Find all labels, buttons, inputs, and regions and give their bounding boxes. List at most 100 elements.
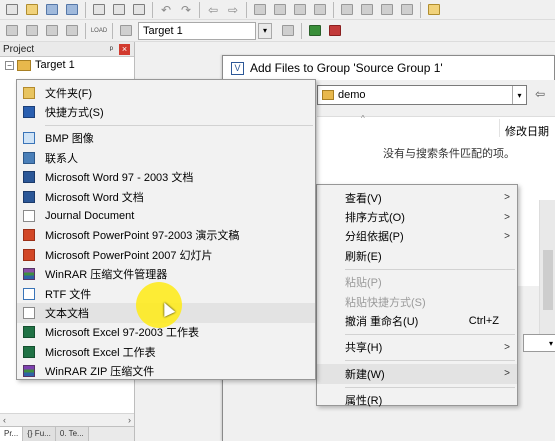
menu-separator bbox=[345, 333, 515, 335]
horizontal-scrollbar[interactable]: ‹ › bbox=[0, 413, 134, 426]
pin-icon[interactable]: ᵖ bbox=[110, 44, 113, 54]
look-in-value: demo bbox=[338, 89, 366, 101]
menu-item-new-folder[interactable]: 文件夹(F) bbox=[17, 83, 315, 102]
scroll-right-icon[interactable]: › bbox=[128, 415, 131, 425]
nav-forward-icon[interactable]: ⇨ bbox=[224, 2, 242, 18]
target-folder-icon bbox=[17, 59, 31, 71]
scrollbar-thumb[interactable] bbox=[543, 250, 553, 310]
powerpoint-icon bbox=[23, 248, 35, 261]
menu-item-new[interactable]: 新建(W) > bbox=[317, 364, 517, 384]
options-wand-icon[interactable] bbox=[279, 23, 297, 39]
compile-icon[interactable] bbox=[3, 23, 21, 39]
load-download-icon[interactable]: LOAD bbox=[90, 23, 108, 39]
prev-bookmark-icon[interactable] bbox=[271, 2, 289, 18]
clear-bookmarks-icon[interactable] bbox=[311, 2, 329, 18]
bmp-image-icon bbox=[23, 132, 35, 145]
save-icon[interactable] bbox=[43, 2, 61, 18]
tab-functions[interactable]: {} Fu... bbox=[23, 427, 56, 441]
submenu-arrow-icon: > bbox=[504, 230, 510, 242]
text-document-icon bbox=[23, 306, 35, 319]
look-in-select[interactable]: demo ▾ bbox=[317, 85, 527, 105]
tab-project[interactable]: Pr... bbox=[0, 427, 24, 441]
select-packs-icon[interactable] bbox=[326, 23, 344, 39]
folder-icon bbox=[322, 90, 334, 100]
rebuild-icon[interactable] bbox=[43, 23, 61, 39]
back-arrow-icon[interactable]: ⇦ bbox=[535, 87, 545, 101]
submenu-arrow-icon: > bbox=[504, 211, 510, 223]
find-in-files-icon[interactable] bbox=[425, 2, 443, 18]
excel-icon bbox=[23, 345, 35, 358]
menu-item-new-word-97-2003[interactable]: Microsoft Word 97 - 2003 文档 bbox=[17, 168, 315, 187]
file-type-select[interactable]: ▾ bbox=[523, 334, 555, 352]
indent-icon[interactable] bbox=[338, 2, 356, 18]
menu-item-group-by[interactable]: 分组依据(P) > bbox=[317, 227, 517, 246]
menu-item-refresh[interactable]: 刷新(E) bbox=[317, 246, 517, 265]
menu-item-new-winrar[interactable]: WinRAR 压缩文件管理器 bbox=[17, 265, 315, 284]
excel-icon bbox=[23, 326, 35, 339]
sort-ascending-icon: ^ bbox=[361, 114, 365, 123]
menu-item-view[interactable]: 查看(V) > bbox=[317, 188, 517, 207]
batch-build-icon[interactable] bbox=[63, 23, 81, 39]
project-panel-title: Project bbox=[3, 43, 35, 55]
menu-item-new-excel[interactable]: Microsoft Excel 工作表 bbox=[17, 342, 315, 361]
unindent-icon[interactable] bbox=[358, 2, 376, 18]
menu-item-new-word[interactable]: Microsoft Word 文档 bbox=[17, 187, 315, 206]
project-panel-header: Project ᵖ × bbox=[0, 42, 134, 57]
save-all-icon[interactable] bbox=[63, 2, 81, 18]
menu-item-new-ppt-2007[interactable]: Microsoft PowerPoint 2007 幻灯片 bbox=[17, 245, 315, 264]
copy-icon[interactable] bbox=[110, 2, 128, 18]
submenu-arrow-icon: > bbox=[504, 368, 510, 380]
folder-icon bbox=[23, 86, 35, 99]
cut-icon[interactable] bbox=[90, 2, 108, 18]
menu-item-properties[interactable]: 属性(R) bbox=[317, 391, 517, 410]
menu-item-paste-shortcut: 粘贴快捷方式(S) bbox=[345, 296, 426, 309]
chevron-down-icon[interactable]: ▾ bbox=[258, 22, 272, 39]
keil-app-icon: V bbox=[231, 61, 244, 75]
menu-item-new-ppt-97-2003[interactable]: Microsoft PowerPoint 97-2003 演示文稿 bbox=[17, 226, 315, 245]
new-submenu: 文件夹(F) 快捷方式(S) BMP 图像 联系人 Microsoft Word… bbox=[16, 79, 316, 380]
main-toolbar: ↶ ↷ ⇦ ⇨ bbox=[0, 0, 555, 20]
menu-separator bbox=[345, 268, 515, 270]
target-options-icon[interactable] bbox=[117, 23, 135, 39]
scroll-left-icon[interactable]: ‹ bbox=[3, 415, 6, 425]
target-select[interactable]: Target 1 bbox=[138, 21, 256, 40]
nav-back-icon[interactable]: ⇦ bbox=[204, 2, 222, 18]
menu-item-new-bmp[interactable]: BMP 图像 bbox=[17, 129, 315, 148]
close-panel-icon[interactable]: × bbox=[119, 43, 130, 55]
contact-icon bbox=[23, 151, 35, 164]
tree-item-label: Target 1 bbox=[35, 59, 75, 71]
powerpoint-icon bbox=[23, 229, 35, 242]
menu-item-new-journal[interactable]: Journal Document bbox=[17, 206, 315, 225]
word-icon bbox=[23, 190, 35, 203]
column-header-modified[interactable]: 修改日期 bbox=[505, 123, 549, 139]
menu-item-new-shortcut[interactable]: 快捷方式(S) bbox=[17, 102, 315, 121]
menu-item-sort-by[interactable]: 排序方式(O) > bbox=[317, 207, 517, 226]
journal-icon bbox=[23, 210, 35, 223]
shortcut-label: Ctrl+Z bbox=[468, 315, 499, 328]
manage-components-icon[interactable] bbox=[306, 23, 324, 39]
menu-item-share[interactable]: 共享(H) > bbox=[317, 338, 517, 357]
new-file-icon[interactable] bbox=[3, 2, 21, 18]
redo-icon[interactable]: ↷ bbox=[177, 2, 195, 18]
build-icon[interactable] bbox=[23, 23, 41, 39]
vertical-scrollbar[interactable] bbox=[539, 200, 555, 340]
rtf-icon bbox=[23, 287, 35, 300]
tree-item-target[interactable]: − Target 1 bbox=[0, 57, 134, 73]
dialog-titlebar[interactable]: V Add Files to Group 'Source Group 1' bbox=[223, 56, 554, 80]
menu-item-new-contact[interactable]: 联系人 bbox=[17, 148, 315, 167]
uncomment-icon[interactable] bbox=[398, 2, 416, 18]
comment-icon[interactable] bbox=[378, 2, 396, 18]
tab-templates[interactable]: 0. Te... bbox=[55, 427, 89, 441]
menu-item-new-winrar-zip[interactable]: WinRAR ZIP 压缩文件 bbox=[17, 361, 315, 380]
menu-item-undo-rename[interactable]: 撤消 重命名(U) Ctrl+Z bbox=[317, 311, 517, 330]
undo-icon[interactable]: ↶ bbox=[157, 2, 175, 18]
submenu-arrow-icon: > bbox=[504, 341, 510, 353]
paste-icon[interactable] bbox=[130, 2, 148, 18]
empty-list-message: 没有与搜索条件匹配的项。 bbox=[383, 148, 515, 160]
bookmark-icon[interactable] bbox=[251, 2, 269, 18]
chevron-down-icon[interactable]: ▾ bbox=[512, 86, 526, 104]
collapse-icon[interactable]: − bbox=[5, 60, 14, 70]
next-bookmark-icon[interactable] bbox=[291, 2, 309, 18]
menu-separator bbox=[45, 124, 313, 126]
open-file-icon[interactable] bbox=[23, 2, 41, 18]
